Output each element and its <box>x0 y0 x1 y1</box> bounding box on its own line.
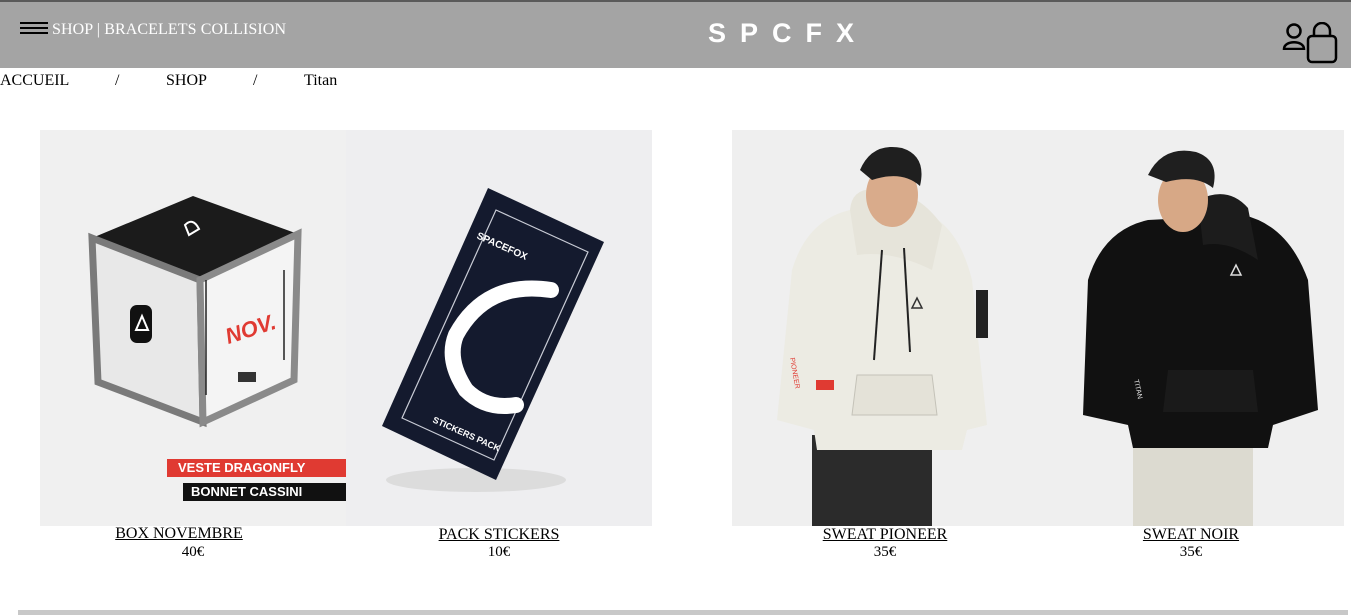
product-price-sweat-noir: 35€ <box>1179 544 1203 560</box>
breadcrumb-separator: / <box>253 72 258 89</box>
product-image-box-novembre[interactable]: NOV. VESTE DRAGONFLY BONNET CASSINI <box>40 130 346 526</box>
product-price-sweat-pioneer: 35€ <box>873 544 897 560</box>
product-image-pack-stickers[interactable]: SPACEFOX STICKERS PACK <box>346 130 652 526</box>
header-title: SHOP | BRACELETS COLLISION <box>52 21 287 38</box>
product-title-box-novembre[interactable]: BOX NOVEMBRE <box>29 525 329 543</box>
breadcrumb-shop[interactable]: SHOP <box>166 72 207 90</box>
product-price-box-novembre: 40€ <box>181 544 205 560</box>
site-logo[interactable]: SPCFX <box>708 18 868 49</box>
product-title-pack-stickers[interactable]: PACK STICKERS <box>349 526 649 544</box>
product-image-sweat-noir[interactable]: TITAN <box>1038 130 1344 526</box>
menu-icon[interactable] <box>20 22 48 38</box>
breadcrumb-current: Titan <box>304 72 338 89</box>
product-title-sweat-noir[interactable]: SWEAT NOIR <box>1041 526 1341 544</box>
breadcrumb: ACCUEIL / SHOP / Titan <box>0 72 400 92</box>
bag-icon[interactable] <box>1305 22 1339 64</box>
product-image-sweat-pioneer[interactable]: PIONEER <box>732 130 1038 526</box>
horizontal-scrollbar[interactable] <box>18 610 1348 615</box>
box-label-bonnet: BONNET CASSINI <box>183 483 346 501</box>
box-label-veste: VESTE DRAGONFLY <box>167 459 346 477</box>
breadcrumb-separator: / <box>115 72 120 89</box>
site-header: SHOP | BRACELETS COLLISION SPCFX <box>0 0 1351 68</box>
breadcrumb-accueil[interactable]: ACCUEIL <box>0 72 69 90</box>
product-price-pack-stickers: 10€ <box>487 544 511 560</box>
product-title-sweat-pioneer[interactable]: SWEAT PIONEER <box>735 526 1035 544</box>
